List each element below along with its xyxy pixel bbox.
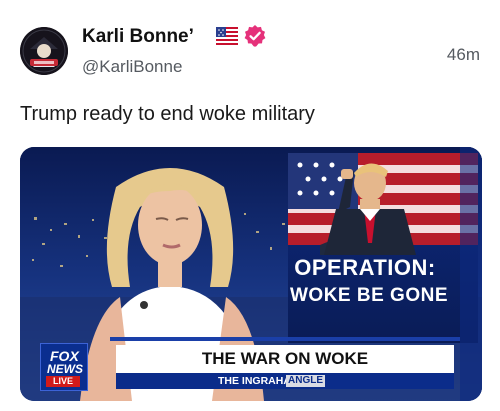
post-text: Trump ready to end woke military bbox=[20, 103, 315, 125]
post-media-image[interactable]: OPERATION: WOKE BE GONE THE WAR ON WOKE … bbox=[20, 147, 482, 401]
graphic-title-line1: OPERATION: bbox=[294, 255, 436, 280]
live-badge: LIVE bbox=[46, 376, 80, 387]
network-logo: FOX NEWS LIVE bbox=[40, 343, 88, 391]
user-handle[interactable]: @KarliBonne bbox=[82, 57, 182, 77]
logo-text-news: NEWS bbox=[47, 362, 83, 376]
post-timestamp[interactable]: 46m bbox=[447, 45, 480, 65]
display-name[interactable]: Karli Bonne’ bbox=[82, 26, 194, 48]
us-flag-icon bbox=[216, 27, 238, 45]
avatar-image bbox=[20, 27, 68, 75]
avatar[interactable] bbox=[20, 27, 68, 75]
verified-badge-icon bbox=[244, 25, 266, 47]
headline-banner: THE WAR ON WOKE bbox=[116, 345, 454, 373]
show-name-tag: ANGLE bbox=[286, 375, 325, 387]
graphic-title-line2: WOKE BE GONE bbox=[290, 285, 449, 306]
post-header: Karli Bonne’ @KarliBonne 46m bbox=[0, 0, 500, 90]
